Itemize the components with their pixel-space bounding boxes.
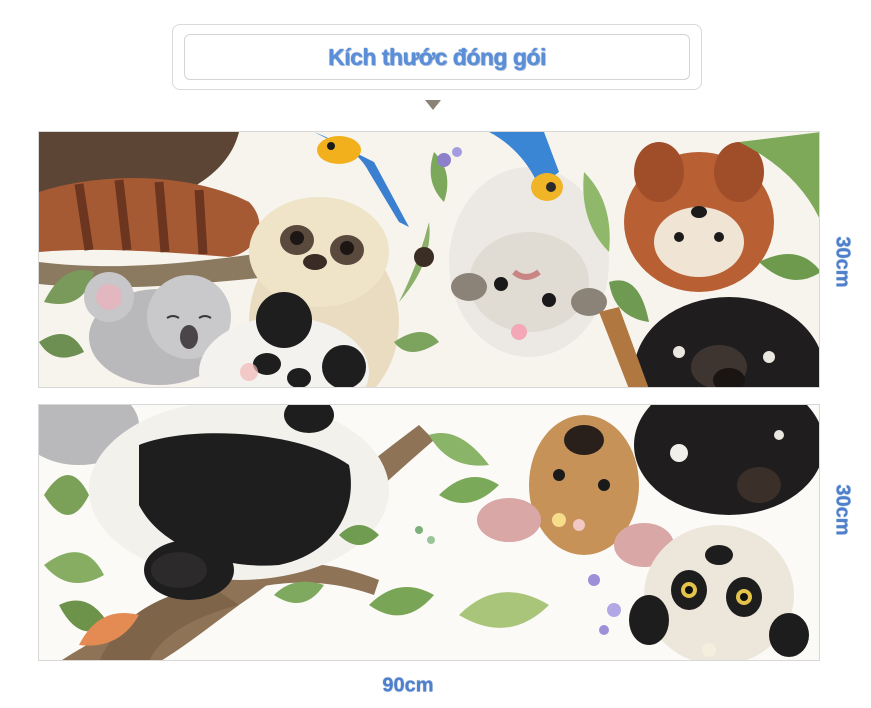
dimension-width: 90cm bbox=[382, 674, 434, 697]
sticker-panel-top bbox=[38, 131, 820, 388]
down-arrow-icon bbox=[425, 100, 441, 110]
sticker-panel-bottom bbox=[38, 404, 820, 661]
dimension-height-bottom: 30cm bbox=[831, 484, 854, 536]
sticker-illustration-top bbox=[39, 132, 819, 387]
page-title: Kích thước đóng gói bbox=[328, 43, 546, 70]
dimension-height-top: 30cm bbox=[831, 236, 854, 288]
title-box: Kích thước đóng gói bbox=[184, 34, 690, 80]
sticker-illustration-bottom bbox=[39, 405, 819, 660]
